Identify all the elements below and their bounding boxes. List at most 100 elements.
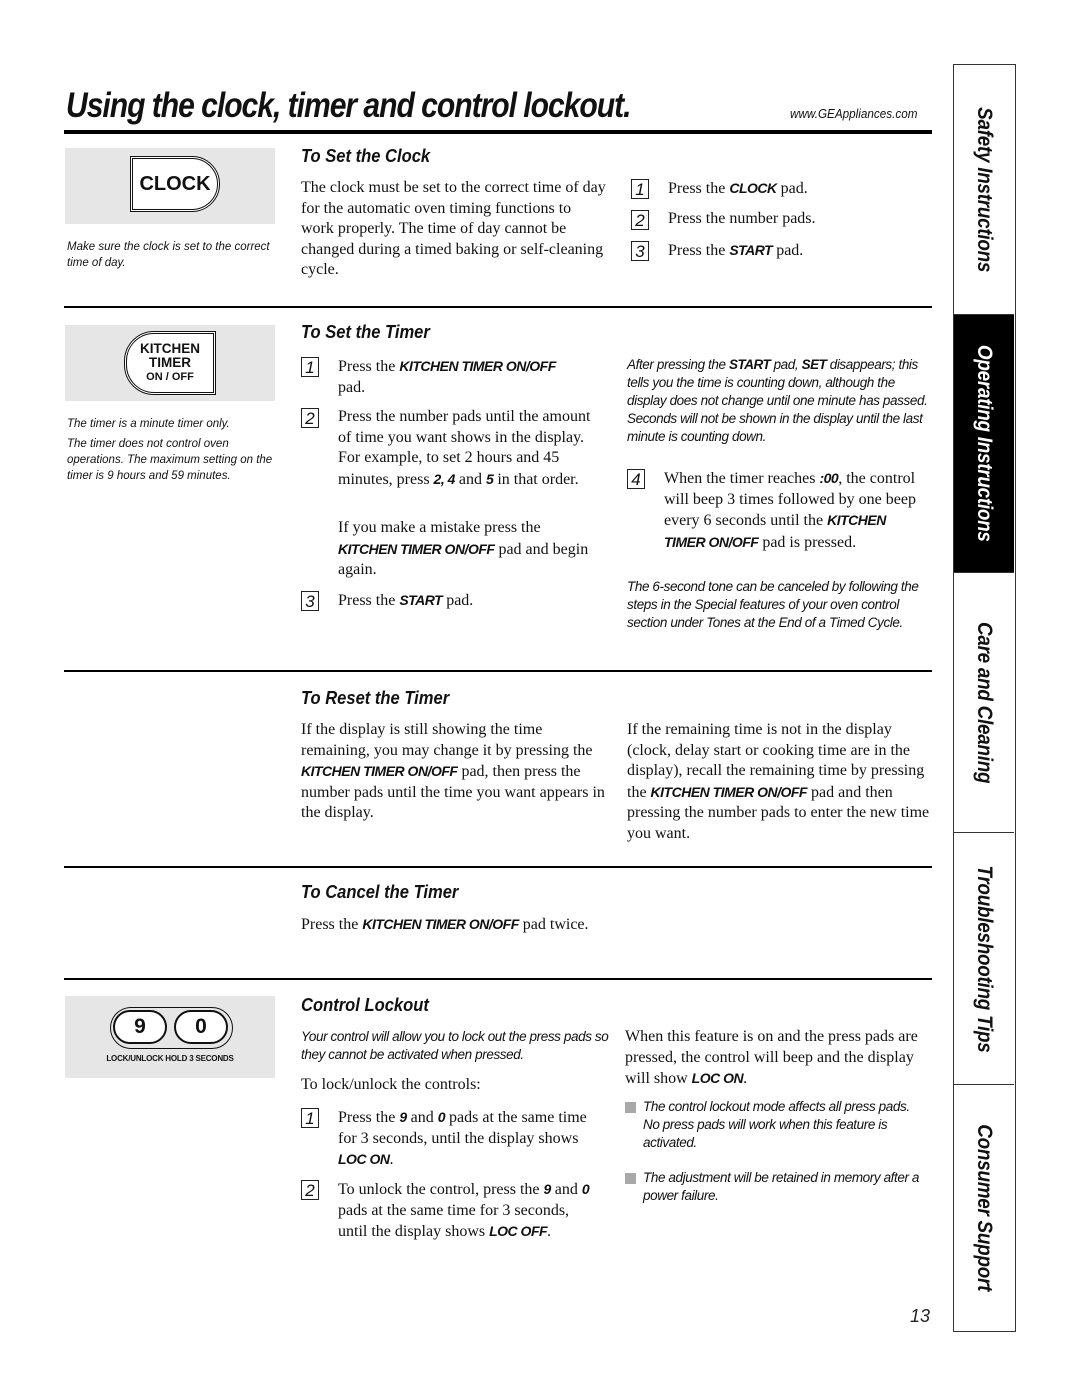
step-text: Press the number pads. bbox=[668, 210, 816, 227]
kitchen-timer-pad-ref: KITCHEN TIMER ON/OFF bbox=[301, 763, 458, 779]
kitchen-timer-pad: KITCHEN TIMER ON / OFF bbox=[124, 331, 216, 395]
tab-label: Consumer Support bbox=[973, 1124, 996, 1291]
clock-pad: CLOCK bbox=[130, 156, 220, 212]
timer-step-4: 4 When the timer reaches :00, the contro… bbox=[627, 468, 927, 553]
page-title: Using the clock, timer and control locko… bbox=[66, 86, 631, 125]
tab-care-and-cleaning[interactable]: Care and Cleaning bbox=[954, 573, 1014, 833]
reset-timer-heading: To Reset the Timer bbox=[301, 688, 450, 708]
tab-safety-instructions[interactable]: Safety Instructions bbox=[954, 65, 1014, 315]
tab-label: Troubleshooting Tips bbox=[973, 864, 996, 1053]
clock-pad-ref: CLOCK bbox=[729, 180, 777, 196]
step-text: pad. bbox=[772, 242, 804, 259]
step-text: pad. bbox=[442, 592, 474, 609]
set-clock-body: The clock must be set to the correct tim… bbox=[301, 178, 606, 281]
cancel-timer-heading: To Cancel the Timer bbox=[301, 882, 459, 902]
step-text: Press the bbox=[668, 180, 730, 197]
step-text: in that order. bbox=[493, 470, 579, 488]
number-pad-ref: 9 bbox=[399, 1109, 407, 1125]
step-text: Press the bbox=[338, 592, 400, 609]
pad-key-9: 9 bbox=[113, 1010, 167, 1044]
body-text: If the display is still showing the time… bbox=[301, 721, 593, 759]
step-number: 2 bbox=[301, 1180, 319, 1200]
website-link[interactable]: www.GEAppliances.com bbox=[790, 106, 917, 121]
step-number: 1 bbox=[631, 179, 649, 199]
lockout-pad-caption: LOCK/UNLOCK HOLD 3 SECONDS bbox=[106, 1054, 234, 1063]
lockout-intro: Your control will allow you to lock out … bbox=[301, 1028, 611, 1064]
step-number: 1 bbox=[301, 357, 319, 377]
control-lockout-heading: Control Lockout bbox=[301, 995, 429, 1015]
page-number: 13 bbox=[910, 1306, 931, 1326]
step-text: pad. bbox=[338, 378, 366, 396]
section-divider bbox=[64, 306, 932, 308]
step-text: Press the bbox=[338, 358, 400, 375]
lockout-step-1: 1 Press the 9 and 0 pads at the same tim… bbox=[301, 1107, 606, 1171]
display-value-ref: LOC ON bbox=[691, 1070, 744, 1086]
step-number: 1 bbox=[301, 1108, 319, 1128]
timer-caption-text: The timer is a minute timer only. bbox=[67, 418, 230, 430]
cancel-timer-body: Press the KITCHEN TIMER ON/OFF pad twice… bbox=[301, 914, 591, 936]
tab-operating-instructions[interactable]: Operating Instructions bbox=[954, 315, 1014, 573]
step-text: If you make a mistake press the bbox=[338, 519, 541, 536]
tone-cancel-note: The 6-second tone can be canceled by fol… bbox=[627, 578, 927, 632]
kitchen-timer-pad-ref: KITCHEN TIMER ON/OFF bbox=[338, 540, 495, 557]
pad-label-line: KITCHEN bbox=[140, 341, 200, 356]
number-pad-ref: 9 bbox=[543, 1181, 552, 1197]
note-text: After pressing the bbox=[627, 357, 729, 372]
reset-timer-left: If the display is still showing the time… bbox=[301, 720, 611, 824]
title-divider bbox=[64, 130, 932, 134]
step-text: and bbox=[550, 1181, 582, 1198]
lockout-bullet-1: The control lockout mode affects all pre… bbox=[625, 1098, 925, 1152]
body-text: To lock/unlock the controls: bbox=[301, 1076, 481, 1093]
display-value-ref: LOC ON bbox=[338, 1151, 390, 1167]
step-text: Press the bbox=[668, 242, 730, 259]
step-text: pad. bbox=[776, 180, 808, 197]
bullet-text: The adjustment will be retained in memor… bbox=[643, 1170, 920, 1203]
kitchen-timer-pad-ref: KITCHEN TIMER ON/OFF bbox=[399, 358, 556, 374]
section-divider bbox=[64, 978, 932, 980]
number-pad-ref: 2, 4 bbox=[433, 470, 456, 487]
timer-caption-text: The timer does not control oven operatio… bbox=[67, 438, 273, 482]
tab-consumer-support[interactable]: Consumer Support bbox=[954, 1085, 1014, 1330]
lockout-bullet-2: The adjustment will be retained in memor… bbox=[625, 1169, 925, 1205]
body-text: pad twice. bbox=[518, 916, 589, 933]
lockout-lead: To lock/unlock the controls: bbox=[301, 1075, 601, 1096]
number-pad-ref: 0 bbox=[437, 1109, 446, 1125]
start-pad-ref: START bbox=[399, 592, 443, 608]
clock-step-1: 1 Press the CLOCK pad. bbox=[631, 178, 808, 200]
note-text: pad, bbox=[770, 357, 802, 372]
body-text: When this feature is on and the press pa… bbox=[625, 1028, 918, 1087]
section-divider bbox=[64, 670, 932, 672]
clock-caption: Make sure the clock is set to the correc… bbox=[67, 239, 282, 275]
step-text: . bbox=[547, 1223, 552, 1240]
display-value-ref: LOC OFF bbox=[489, 1223, 548, 1239]
kitchen-timer-pad-ref: KITCHEN TIMER ON/OFF bbox=[650, 783, 808, 800]
bullet-text: The control lockout mode affects all pre… bbox=[643, 1099, 910, 1150]
display-value-ref: :00 bbox=[819, 470, 839, 486]
timer-step-2: 2 Press the number pads until the amount… bbox=[301, 407, 601, 490]
start-pad-ref: START bbox=[728, 357, 771, 372]
step-number: 2 bbox=[301, 408, 319, 428]
note-text: Your control will allow you to lock out … bbox=[301, 1029, 609, 1062]
set-clock-body-text: The clock must be set to the correct tim… bbox=[301, 179, 606, 278]
step-text: pad is pressed. bbox=[758, 533, 857, 551]
note-text: The 6-second tone can be canceled by fol… bbox=[627, 579, 919, 630]
section-divider bbox=[64, 866, 932, 868]
tab-label: Safety Instructions bbox=[973, 106, 996, 273]
set-timer-heading: To Set the Timer bbox=[301, 322, 430, 342]
step-text: Press the bbox=[338, 1109, 400, 1126]
tab-troubleshooting-tips[interactable]: Troubleshooting Tips bbox=[954, 833, 1014, 1085]
kitchen-timer-pad-ref: KITCHEN TIMER ON/OFF bbox=[362, 916, 519, 932]
step-text: and bbox=[406, 1109, 438, 1126]
tab-label: Care and Cleaning bbox=[973, 621, 996, 784]
step-number: 3 bbox=[301, 591, 319, 611]
pad-label-line: ON / OFF bbox=[146, 371, 194, 383]
step-text: When the timer reaches bbox=[664, 470, 820, 487]
reset-timer-right: If the remaining time is not in the disp… bbox=[627, 720, 937, 844]
bullet-square-icon bbox=[625, 1173, 636, 1184]
timer-mistake-note: If you make a mistake press the KITCHEN … bbox=[338, 518, 598, 581]
timer-caption: The timer is a minute timer only. The ti… bbox=[67, 416, 282, 488]
pad-label-line: TIMER bbox=[149, 355, 191, 370]
timer-step-1: 1 Press the KITCHEN TIMER ON/OFF pad. bbox=[301, 356, 601, 398]
timer-countdown-note: After pressing the START pad, SET disapp… bbox=[627, 356, 932, 446]
pad-key-0: 0 bbox=[174, 1010, 228, 1044]
